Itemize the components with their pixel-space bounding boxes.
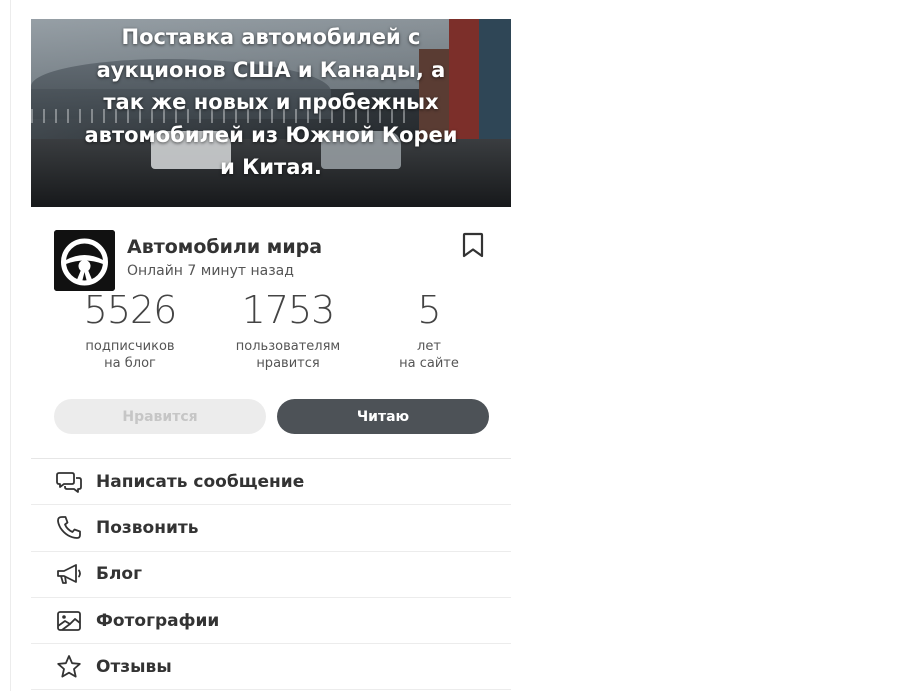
menu-item-label: Написать сообщение (96, 471, 305, 492)
reading-button[interactable]: Читаю (277, 399, 489, 434)
menu-item-label: Фотографии (96, 610, 220, 631)
avatar[interactable] (54, 230, 115, 291)
phone-icon (54, 513, 84, 543)
profile-name[interactable]: Автомобили мира (127, 236, 322, 258)
photo-icon (54, 606, 84, 636)
steering-wheel-icon (54, 230, 115, 291)
menu-item-blog[interactable]: Блог (31, 552, 511, 598)
bookmark-button[interactable] (461, 231, 485, 259)
stat-label: лет на сайте (399, 339, 459, 371)
stat-label: пользователям нравится (235, 339, 341, 371)
menu-item-photos[interactable]: Фотографии (31, 598, 511, 645)
bookmark-icon (462, 232, 484, 258)
stat-subscribers[interactable]: 5526 подписчиков на блог (50, 286, 210, 372)
star-icon (54, 652, 84, 682)
menu-item-label: Позвонить (96, 517, 199, 538)
stat-value: 5 (417, 288, 441, 332)
stat-value: 1753 (241, 288, 336, 332)
page-left-divider (10, 0, 11, 691)
online-status: Онлайн 7 минут назад (127, 263, 294, 279)
stat-likes[interactable]: 1753 пользователям нравится (208, 286, 368, 372)
menu-item-reviews[interactable]: Отзывы (31, 644, 511, 691)
stat-years: 5 лет на сайте (349, 286, 509, 372)
stat-value: 5526 (83, 288, 178, 332)
menu-item-call[interactable]: Позвонить (31, 505, 511, 552)
cover-banner: Поставка автомобилей с аукционов США и К… (31, 19, 511, 207)
like-button[interactable]: Нравится (54, 399, 266, 434)
banner-caption: Поставка автомобилей с аукционов США и К… (84, 25, 458, 179)
menu-item-label: Отзывы (96, 656, 172, 677)
menu-item-message[interactable]: Написать сообщение (31, 459, 511, 506)
menu-item-label: Блог (96, 564, 142, 585)
chat-icon (54, 467, 84, 497)
megaphone-icon (54, 559, 84, 589)
profile-card: Поставка автомобилей с аукционов США и К… (31, 19, 511, 691)
stat-label: подписчиков на блог (85, 339, 175, 371)
profile-menu: Написать сообщение Позвонить Блог Фотогр… (31, 458, 511, 691)
